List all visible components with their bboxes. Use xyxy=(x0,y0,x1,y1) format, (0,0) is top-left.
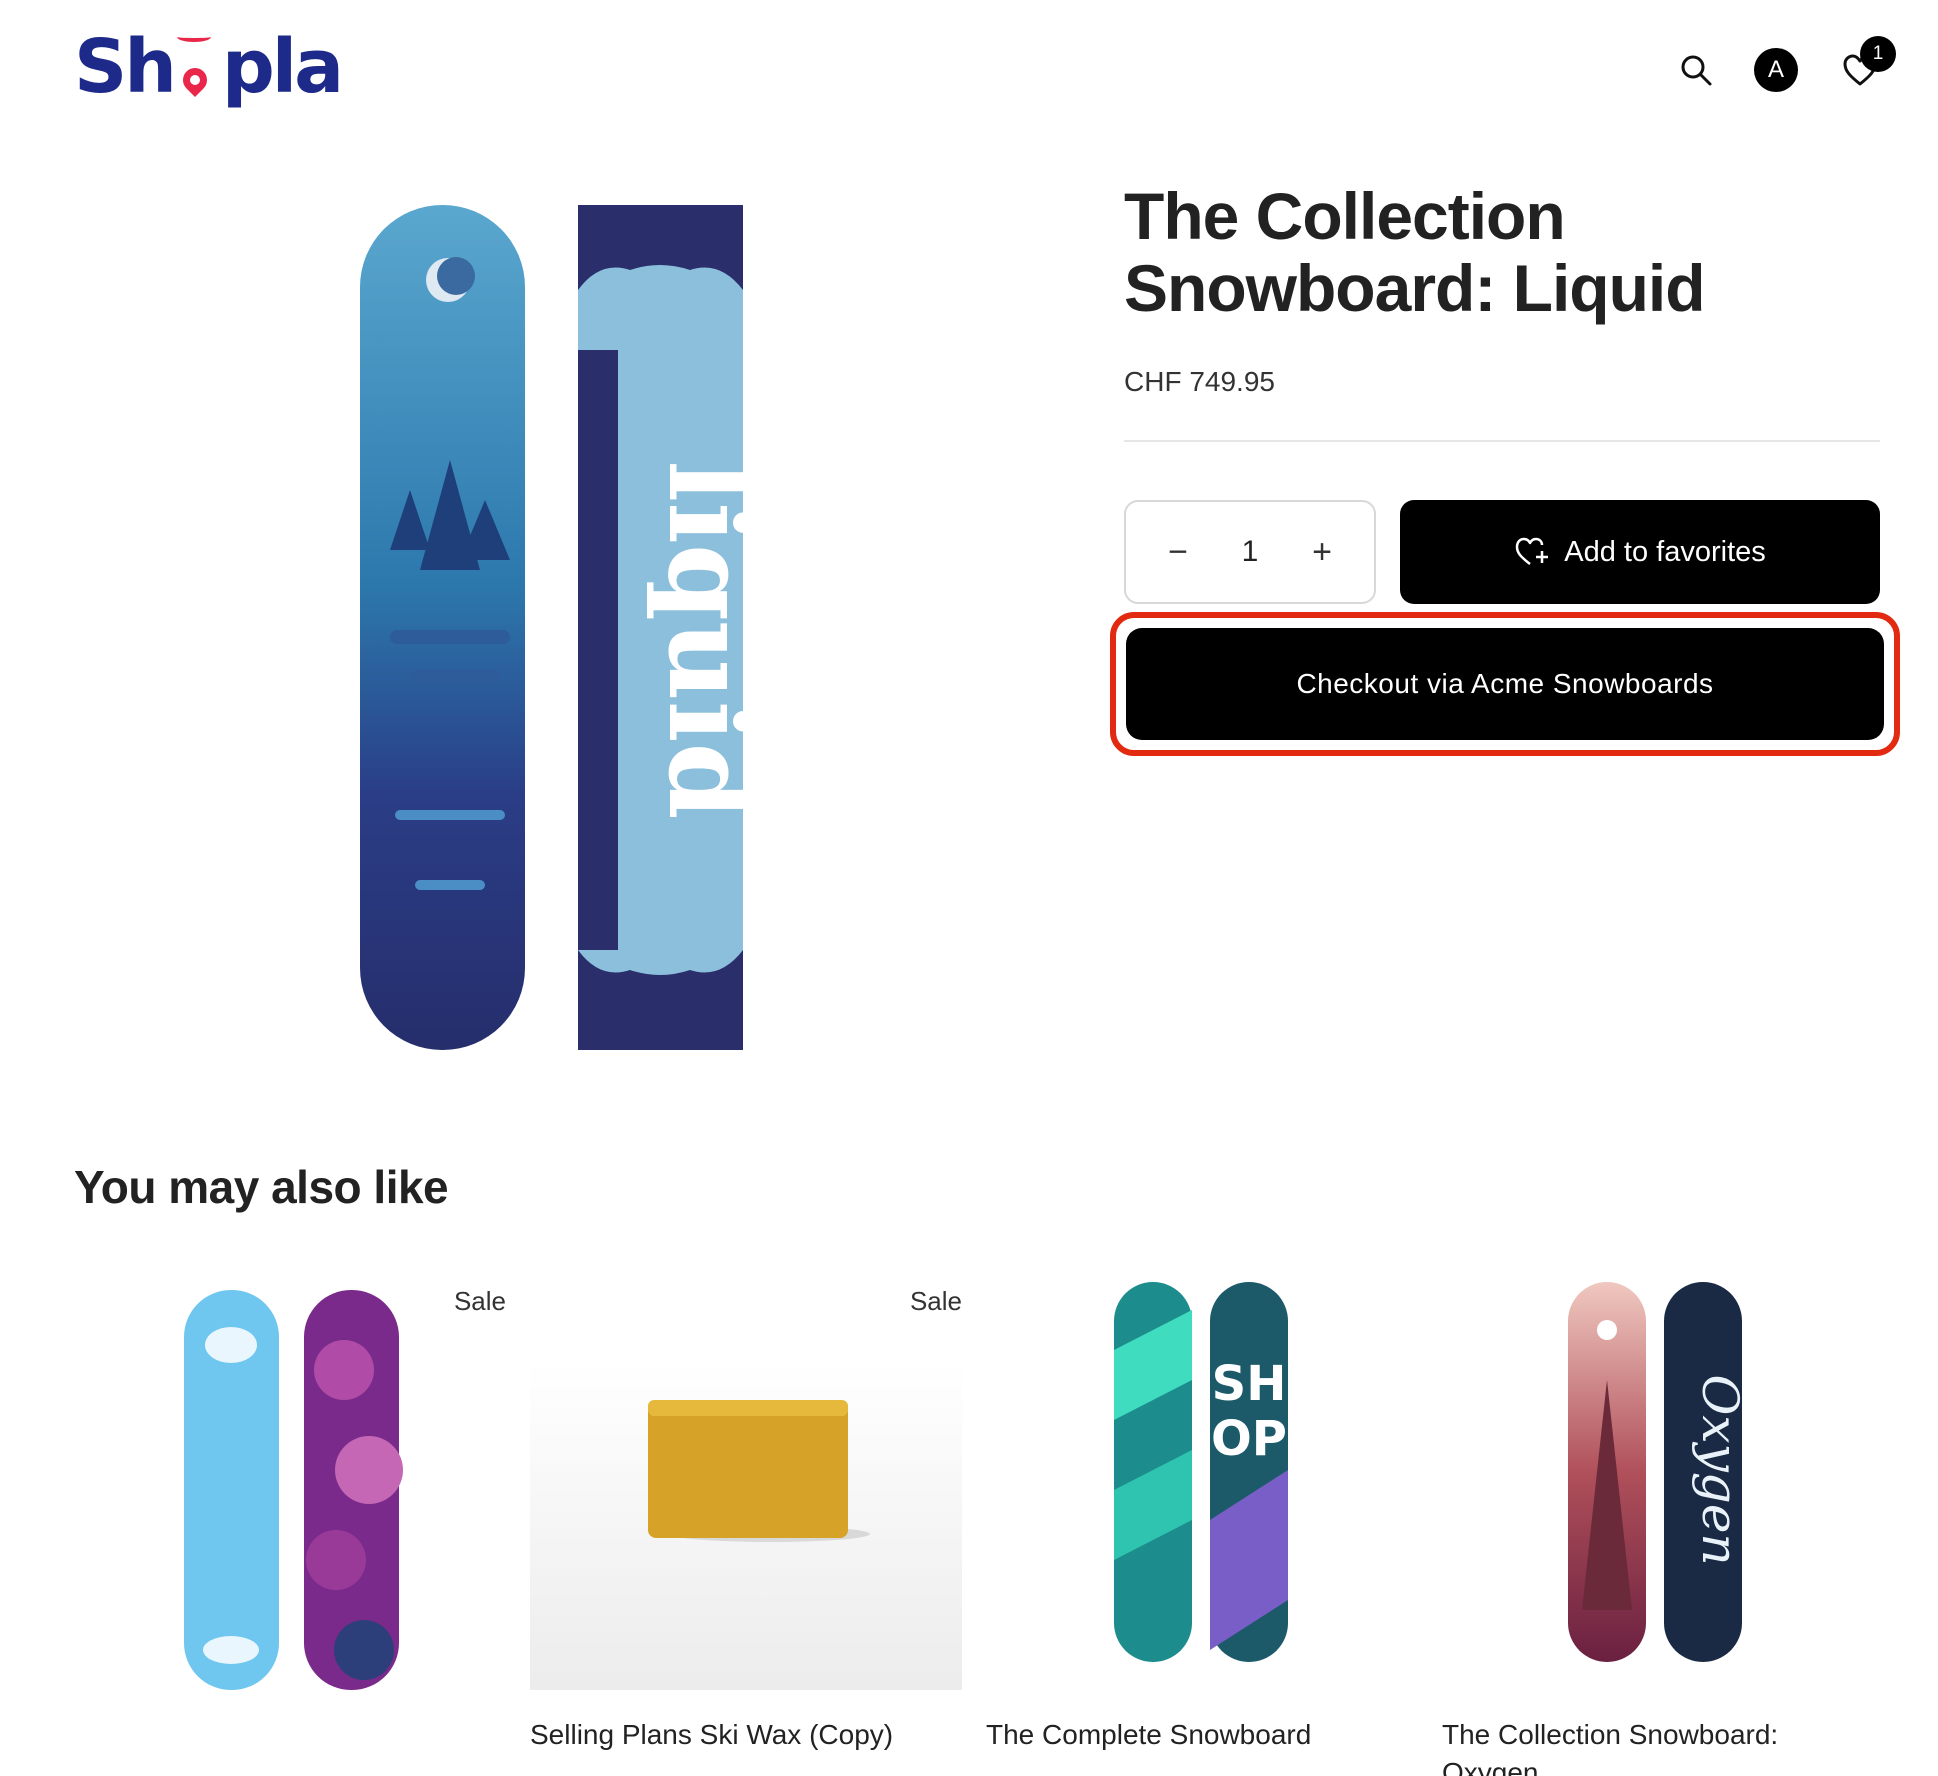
product-title: The Collection Snowboard: Liquid xyxy=(1124,179,1706,325)
svg-text:SH: SH xyxy=(1212,1356,1287,1412)
decrease-quantity-button[interactable]: − xyxy=(1156,530,1200,574)
svg-text:OP: OP xyxy=(1211,1411,1287,1467)
product-card-image: SH OP xyxy=(986,1270,1418,1690)
heart-plus-icon xyxy=(1516,537,1549,565)
increase-quantity-button[interactable]: + xyxy=(1300,530,1344,574)
sale-badge: Sale xyxy=(453,1286,506,1316)
svg-text:liquid: liquid xyxy=(644,460,760,819)
purchase-controls: − + Add to favorites xyxy=(1124,500,1884,606)
right-board: liquid xyxy=(578,205,773,1050)
product-card-title: The Complete Snowboard xyxy=(986,1719,1312,1750)
product-card[interactable]: Sale Selling Plans Ski Wax (Copy) xyxy=(530,1270,962,1776)
product-card-image xyxy=(530,1270,962,1690)
product-card-image: Oxygen xyxy=(1442,1270,1874,1690)
account-button[interactable]: A xyxy=(1754,48,1798,92)
checkout-highlight: Checkout via Acme Snowboards xyxy=(1110,612,1900,756)
product-price: CHF 749.95 xyxy=(1124,366,1275,397)
account-icon: A xyxy=(1754,48,1798,92)
quantity-stepper: − + xyxy=(1124,500,1376,604)
quantity-input[interactable] xyxy=(1220,535,1280,569)
product-image[interactable]: liquid xyxy=(340,190,773,1050)
product-card-image xyxy=(74,1270,506,1690)
add-to-favorites-button[interactable]: Add to favorites xyxy=(1400,500,1880,604)
checkout-button[interactable]: Checkout via Acme Snowboards xyxy=(1126,628,1884,740)
product-info: The Collection Snowboard: Liquid CHF 749… xyxy=(1110,179,1900,756)
favorites-count-badge: 1 xyxy=(1860,36,1896,72)
shopla-logo[interactable]: Shopla xyxy=(74,22,344,112)
product-card[interactable]: Sale xyxy=(74,1270,506,1776)
left-board xyxy=(360,205,525,1050)
product-card-title: Selling Plans Ski Wax (Copy) xyxy=(530,1719,894,1750)
add-to-favorites-label: Add to favorites xyxy=(1564,535,1766,568)
product-card[interactable]: SH OP The Complete Snowboard xyxy=(986,1270,1418,1776)
divider xyxy=(1124,440,1880,442)
recommendations-heading: You may also like xyxy=(74,1161,449,1213)
product-card-title: The Collection Snowboard: Oxygen xyxy=(1442,1719,1779,1776)
product-card[interactable]: Oxygen The Collection Snowboard: Oxygen xyxy=(1442,1270,1874,1776)
search-icon[interactable] xyxy=(1674,48,1718,92)
svg-text:Oxygen: Oxygen xyxy=(1691,1374,1749,1565)
logo-text: Shopla xyxy=(74,24,344,110)
sale-badge: Sale xyxy=(909,1286,962,1316)
site-header: Shopla A 1 xyxy=(0,0,1938,140)
header-actions: A 1 xyxy=(1638,36,1938,100)
